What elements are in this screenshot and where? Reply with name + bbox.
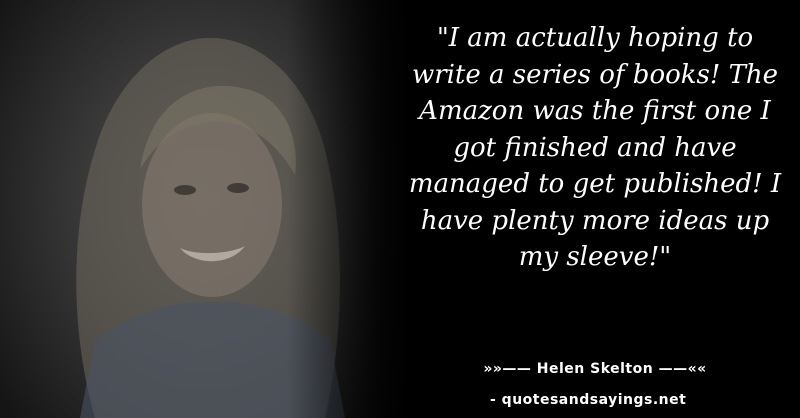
quote-source: - quotesandsayings.net — [490, 392, 687, 408]
quote-text: "I am actually hoping to write a series … — [408, 23, 782, 272]
portrait-photo — [0, 0, 410, 418]
photo-fade-overlay — [0, 0, 410, 418]
quote-card: "I am actually hoping to write a series … — [0, 0, 800, 418]
quote-author: »»—— Helen Skelton ——«« — [483, 361, 707, 377]
